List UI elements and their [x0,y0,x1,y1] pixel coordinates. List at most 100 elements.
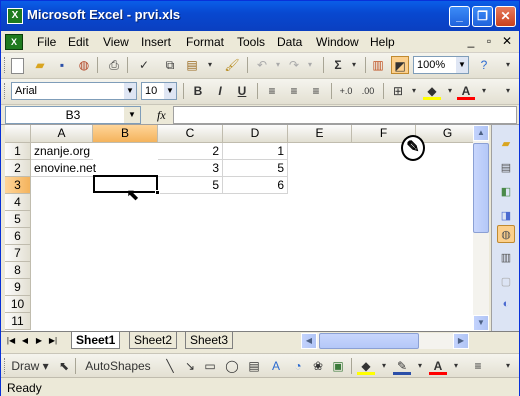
new-icon[interactable] [11,58,24,74]
horizontal-scroll-thumb[interactable] [319,333,419,349]
excel-app-icon[interactable]: X [7,8,23,24]
formula-input[interactable] [173,106,517,124]
decrease-decimal-icon[interactable]: .00 [359,82,377,100]
prev-sheet-icon[interactable]: ◀ [19,334,31,348]
office-assistant-icon[interactable]: ✎ [401,135,425,161]
tab-sheet2[interactable]: Sheet2 [129,332,178,349]
text-box-icon[interactable]: ▤ [245,357,263,375]
font-name-select[interactable]: Arial ▼ [11,82,137,100]
clip-art-icon[interactable]: ❀ [309,357,327,375]
line-icon[interactable]: ╲ [161,357,179,375]
wordart-icon[interactable]: A [267,357,285,375]
cell-d3[interactable]: 6 [223,177,288,194]
zoom-select[interactable]: 100% ▼ [413,56,469,74]
save-icon[interactable]: ▪ [53,56,71,74]
autosum-dropdown-icon[interactable]: ▾ [345,56,363,74]
task-pane-icon[interactable]: ▢ [497,273,515,291]
row-header-1[interactable]: 1 [5,143,31,160]
cell-c3[interactable]: 5 [158,177,223,194]
menu-format[interactable]: Format [186,35,224,49]
col-header-d[interactable]: D [223,125,288,143]
row-header-6[interactable]: 6 [5,228,31,245]
menu-edit[interactable]: Edit [68,35,89,49]
menu-file[interactable]: File [37,35,56,49]
task-pane-icon[interactable]: ◍ [497,225,515,243]
menu-insert[interactable]: Insert [141,35,171,49]
horizontal-scrollbar[interactable]: ◀ ▶ [301,333,469,349]
fill-color-icon[interactable]: ◆ [423,82,441,100]
scroll-down-icon[interactable]: ▼ [473,315,489,331]
row-header-4[interactable]: 4 [5,194,31,211]
toolbar-grip[interactable] [4,358,7,374]
vertical-scrollbar[interactable]: ▲ ▼ [473,125,489,331]
toolbar-options-icon[interactable]: ▾ [499,56,517,74]
borders-dropdown-icon[interactable]: ▾ [405,82,423,100]
chevron-down-icon[interactable]: ▼ [456,57,468,73]
task-pane-icon[interactable]: ◐ [497,295,515,313]
col-header-g[interactable]: G [416,125,480,143]
col-header-c[interactable]: C [158,125,223,143]
doc-restore-button[interactable]: ▫ [481,33,497,49]
line-style-icon[interactable]: ≡ [469,357,487,375]
font-size-select[interactable]: 10 ▼ [141,82,177,100]
copy-icon[interactable]: ⧉ [161,56,179,74]
worksheet-grid[interactable]: A B C D E F G 1 2 3 4 5 6 7 8 9 10 11 zn… [5,125,489,331]
toolbar-options-icon[interactable]: ▾ [499,357,517,375]
row-header-3[interactable]: 3 [5,177,31,194]
format-painter-icon[interactable]: 🖌 [223,56,241,74]
autoshapes-menu-button[interactable]: AutoShapes ▾ [81,357,155,391]
picture-icon[interactable]: ▣ [329,357,347,375]
name-box[interactable]: B3 ▼ [5,106,141,124]
tab-sheet1[interactable]: Sheet1 [71,332,121,349]
menu-tools[interactable]: Tools [237,35,265,49]
doc-close-button[interactable]: ✕ [499,33,515,49]
align-center-icon[interactable]: ≡ [285,82,303,100]
font-color-dropdown-icon[interactable]: ▾ [447,357,465,375]
first-sheet-icon[interactable]: |◀ [5,334,17,348]
cell-a1[interactable]: znanje.org [31,143,93,160]
font-color-icon[interactable]: A [429,357,447,375]
cell-c2[interactable]: 3 [158,160,223,177]
vertical-scroll-thumb[interactable] [473,143,489,233]
align-left-icon[interactable]: ≡ [263,82,281,100]
doc-minimize-button[interactable]: _ [463,33,479,49]
cell-a2[interactable]: enovine.net [31,160,96,177]
select-all-corner[interactable] [5,125,31,143]
chart-wizard-icon[interactable]: ▥ [369,56,387,74]
tab-sheet3[interactable]: Sheet3 [185,332,234,349]
row-header-7[interactable]: 7 [5,245,31,262]
menu-window[interactable]: Window [316,35,359,49]
row-header-5[interactable]: 5 [5,211,31,228]
row-header-10[interactable]: 10 [5,296,31,313]
title-bar[interactable]: X Microsoft Excel - prvi.xls _ ❐ ✕ [1,1,519,31]
toolbar-grip[interactable] [4,83,7,99]
menu-help[interactable]: Help [370,35,395,49]
diagram-icon[interactable]: ◔ [289,357,307,375]
drawing-icon[interactable]: ◩ [391,56,409,74]
scroll-up-icon[interactable]: ▲ [473,125,489,141]
minimize-button[interactable]: _ [449,6,470,27]
arrow-icon[interactable]: ↘ [181,357,199,375]
fill-color-dropdown-icon[interactable]: ▾ [375,357,393,375]
scroll-left-icon[interactable]: ◀ [301,333,317,349]
italic-button[interactable]: I [211,82,229,100]
paste-icon[interactable]: ▤ [183,56,201,74]
chevron-down-icon[interactable]: ▼ [124,83,136,99]
fill-handle[interactable] [155,190,160,195]
task-pane-icon[interactable]: ◨ [497,207,515,225]
toolbar-grip[interactable] [4,57,7,73]
col-header-b[interactable]: B [93,125,158,143]
workbook-icon[interactable]: X [5,34,23,50]
redo-dropdown-icon[interactable]: ▾ [301,56,319,74]
last-sheet-icon[interactable]: ▶| [47,334,59,348]
task-pane-icon[interactable]: ▰ [497,135,515,153]
font-color-dropdown-icon[interactable]: ▾ [475,82,493,100]
oval-icon[interactable]: ◯ [223,357,241,375]
task-pane-icon[interactable]: ▤ [497,159,515,177]
insert-function-button[interactable]: fx [157,108,166,123]
underline-button[interactable]: U [233,82,251,100]
font-color-icon[interactable]: A [457,82,475,100]
align-right-icon[interactable]: ≡ [307,82,325,100]
scroll-right-icon[interactable]: ▶ [453,333,469,349]
help-icon[interactable]: ? [475,56,493,74]
